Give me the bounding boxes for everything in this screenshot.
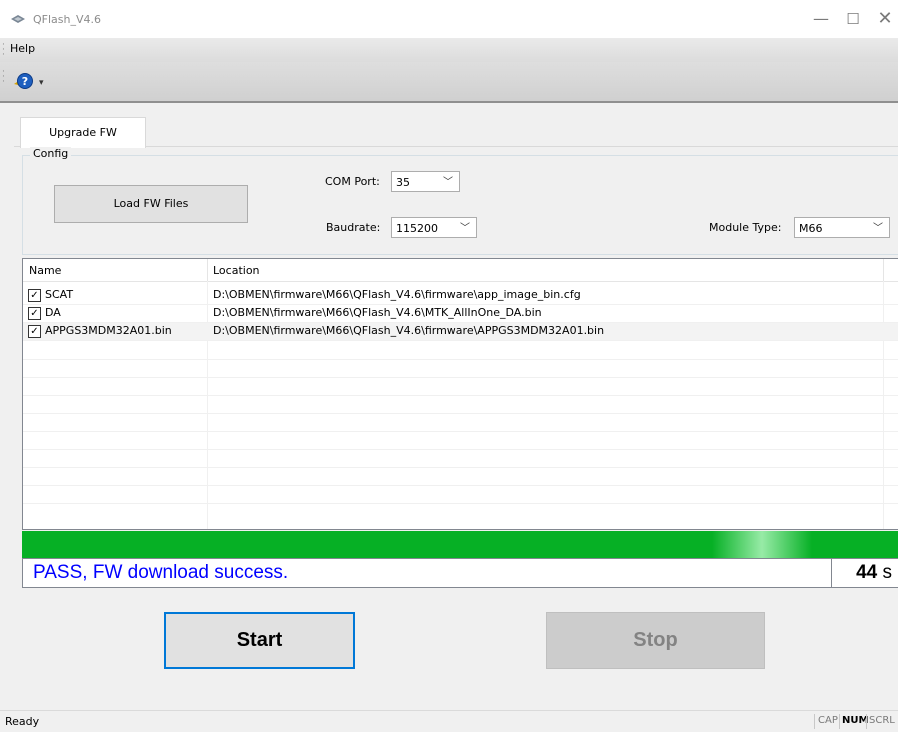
fw-file-list[interactable]: Name Location ✓ SCAT D:\OBMEN\firmware\M… xyxy=(22,258,898,530)
stop-button[interactable]: Stop xyxy=(546,612,765,669)
empty-gridline xyxy=(23,485,898,486)
elapsed-unit: s xyxy=(882,562,893,583)
tab-upgrade-fw[interactable]: Upgrade FW xyxy=(20,117,146,148)
chevron-down-icon: ﹀ xyxy=(873,223,883,234)
svg-text:?: ? xyxy=(22,75,28,88)
chevron-down-icon: ﹀ xyxy=(443,177,453,188)
help-question-icon[interactable]: ? xyxy=(10,70,36,94)
checkbox-checked-icon[interactable]: ✓ xyxy=(28,307,41,320)
column-header-location[interactable]: Location xyxy=(213,264,260,277)
file-location: D:\OBMEN\firmware\M66\QFlash_V4.6\firmwa… xyxy=(213,288,581,301)
scroll-lock-indicator: SCRL xyxy=(869,715,895,726)
menu-grip-icon[interactable]: · · · xyxy=(2,41,5,60)
table-row[interactable]: ✓ APPGS3MDM32A01.bin D:\OBMEN\firmware\M… xyxy=(23,323,898,341)
title-bar: QFlash_V4.6 — ☐ ✕ xyxy=(0,0,898,38)
column-divider[interactable] xyxy=(207,259,208,281)
empty-gridline xyxy=(23,431,898,432)
empty-gridline xyxy=(23,395,898,396)
baudrate-select[interactable]: 115200 ﹀ xyxy=(391,217,477,238)
checkbox-checked-icon[interactable]: ✓ xyxy=(28,325,41,338)
file-name: APPGS3MDM32A01.bin xyxy=(45,324,172,337)
caps-lock-indicator: CAP xyxy=(818,715,838,726)
column-divider[interactable] xyxy=(883,259,884,281)
menu-help[interactable]: Help xyxy=(10,42,35,55)
num-lock-indicator: NUM xyxy=(842,715,869,726)
table-row[interactable]: ✓ DA D:\OBMEN\firmware\M66\QFlash_V4.6\M… xyxy=(23,305,898,323)
empty-gridline xyxy=(23,377,898,378)
column-header-name[interactable]: Name xyxy=(29,264,61,277)
window-title: QFlash_V4.6 xyxy=(33,13,102,26)
result-message: PASS, FW download success. xyxy=(33,562,289,583)
com-port-label: COM Port: xyxy=(325,175,380,188)
file-name: DA xyxy=(45,306,61,319)
empty-gridline xyxy=(23,467,898,468)
com-port-value: 35 xyxy=(396,176,410,189)
elapsed-time: 44 s xyxy=(856,562,892,584)
empty-gridline xyxy=(23,359,898,360)
toolbar: · · · ? ▾ xyxy=(0,62,898,103)
com-port-select[interactable]: 35 ﹀ xyxy=(391,171,460,192)
close-button[interactable]: ✕ xyxy=(862,4,898,34)
progress-shine xyxy=(712,531,812,558)
result-message-box: PASS, FW download success. xyxy=(22,558,832,588)
download-progress-bar xyxy=(22,531,898,558)
table-row[interactable]: ✓ SCAT D:\OBMEN\firmware\M66\QFlash_V4.6… xyxy=(23,287,898,305)
app-logo-icon xyxy=(11,15,25,23)
file-location: D:\OBMEN\firmware\M66\QFlash_V4.6\MTK_Al… xyxy=(213,306,542,319)
status-divider xyxy=(814,714,815,729)
file-location: D:\OBMEN\firmware\M66\QFlash_V4.6\firmwa… xyxy=(213,324,605,337)
module-type-label: Module Type: xyxy=(709,221,782,234)
menu-bar: · · · Help xyxy=(0,38,898,62)
empty-gridline xyxy=(23,503,898,504)
module-type-select[interactable]: M66 ﹀ xyxy=(794,217,890,238)
module-type-value: M66 xyxy=(799,222,823,235)
start-button[interactable]: Start xyxy=(164,612,355,669)
status-divider xyxy=(866,714,867,729)
elapsed-time-box: 44 s xyxy=(831,558,898,588)
toolbar-overflow-chevron-icon[interactable]: ▾ xyxy=(39,78,44,88)
baudrate-value: 115200 xyxy=(396,222,438,235)
baudrate-label: Baudrate: xyxy=(326,221,381,234)
config-legend: Config xyxy=(30,147,72,160)
status-divider xyxy=(839,714,840,729)
toolbar-grip-icon[interactable]: · · · xyxy=(2,68,5,87)
checkbox-checked-icon[interactable]: ✓ xyxy=(28,289,41,302)
load-fw-files-button[interactable]: Load FW Files xyxy=(54,185,248,223)
status-text: Ready xyxy=(5,715,40,728)
status-bar: Ready CAP NUM SCRL xyxy=(0,710,898,732)
elapsed-value: 44 xyxy=(856,562,878,583)
chevron-down-icon: ﹀ xyxy=(460,223,470,234)
empty-gridline xyxy=(23,413,898,414)
file-name: SCAT xyxy=(45,288,74,301)
list-header: Name Location xyxy=(23,259,898,282)
empty-gridline xyxy=(23,449,898,450)
